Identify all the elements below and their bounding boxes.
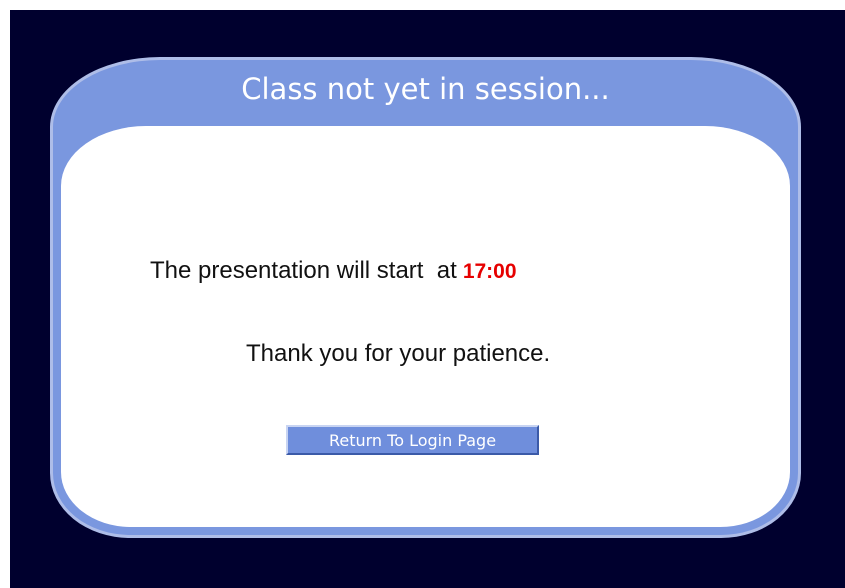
return-to-login-button[interactable]: Return To Login Page	[286, 425, 539, 455]
thanks-message: Thank you for your patience.	[246, 340, 551, 367]
card-body	[61, 126, 790, 527]
start-message: The presentation will start at 17:00	[150, 257, 517, 285]
dialog-title: Class not yet in session...	[241, 72, 610, 106]
session-card: Class not yet in session...	[50, 57, 801, 538]
start-message-text: The presentation will start at	[150, 257, 457, 284]
start-time: 17:00	[462, 260, 517, 283]
